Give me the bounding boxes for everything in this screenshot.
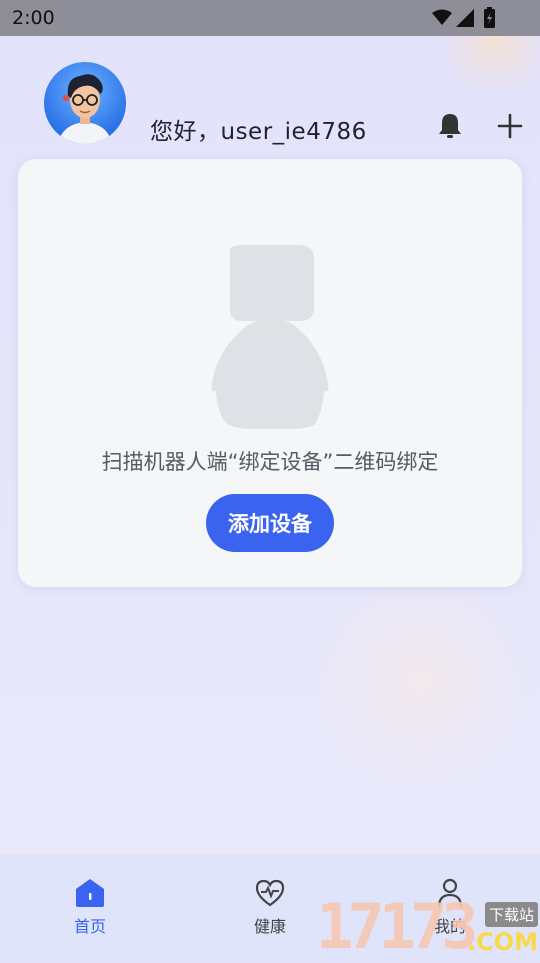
tab-health[interactable]: 健康 bbox=[230, 877, 310, 937]
signal-battery-icon bbox=[432, 7, 495, 28]
greeting-text: 您好，user_ie4786 bbox=[150, 119, 367, 145]
robot-placeholder-icon bbox=[211, 245, 329, 429]
tab-health-label: 健康 bbox=[253, 917, 286, 936]
heart-pulse-icon bbox=[255, 879, 285, 907]
tab-home-label: 首页 bbox=[73, 917, 106, 936]
avatar[interactable] bbox=[44, 62, 126, 144]
add-button[interactable] bbox=[496, 112, 524, 140]
plus-icon bbox=[497, 113, 523, 139]
watermark-logo: 17173 下载站 .COM bbox=[316, 890, 540, 963]
bind-instruction-text: 扫描机器人端“绑定设备”二维码绑定 bbox=[101, 450, 439, 474]
status-icons bbox=[430, 7, 500, 29]
background-glow-lower bbox=[300, 580, 540, 780]
user-avatar-illustration bbox=[58, 74, 112, 144]
device-card: 扫描机器人端“绑定设备”二维码绑定 添加设备 bbox=[18, 159, 522, 587]
status-bar: 2:00 bbox=[0, 0, 540, 36]
watermark-domain: .COM bbox=[466, 928, 538, 956]
home-icon bbox=[76, 879, 104, 907]
watermark-badge: 下载站 bbox=[484, 902, 538, 927]
tab-home[interactable]: 首页 bbox=[50, 877, 130, 937]
bell-icon bbox=[439, 114, 461, 138]
add-device-button[interactable]: 添加设备 bbox=[206, 494, 334, 552]
robot-placeholder bbox=[210, 245, 330, 431]
notification-button[interactable] bbox=[434, 110, 466, 142]
status-time: 2:00 bbox=[12, 7, 55, 29]
watermark-number: 17173 bbox=[316, 890, 479, 963]
